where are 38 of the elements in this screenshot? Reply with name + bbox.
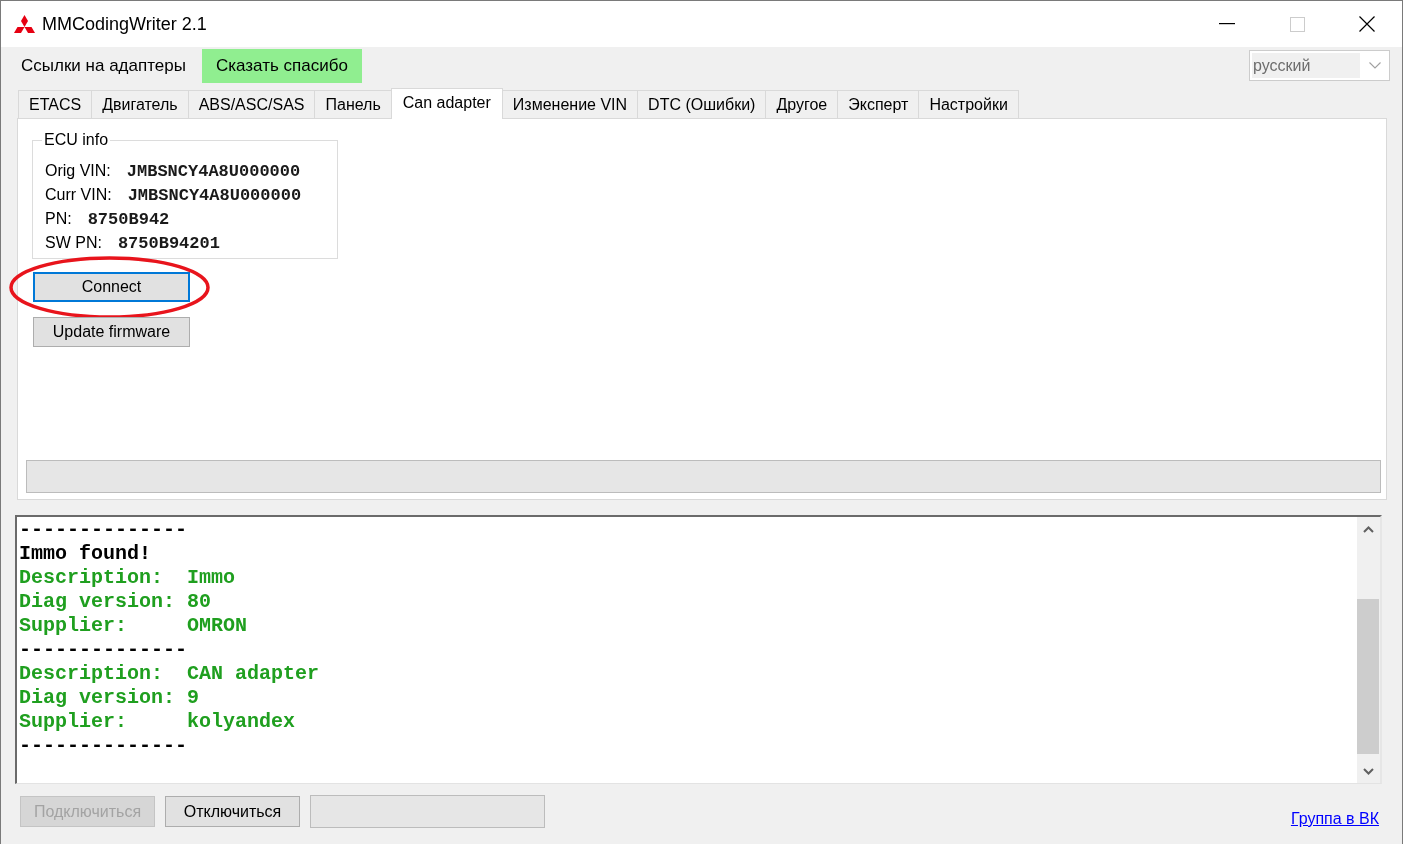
field-value: JMBSNCY4A8U000000	[127, 186, 302, 205]
action-button[interactable]: Update firmware	[33, 317, 190, 347]
log-line: --------------	[19, 638, 189, 662]
menu-item[interactable]: Ссылки на адаптеры	[14, 48, 193, 83]
field-value: 8750B942	[87, 210, 170, 229]
field-label: PN:	[45, 209, 72, 229]
group-link[interactable]: Группа в ВК	[1290, 810, 1379, 828]
diamonds-logo-icon	[13, 15, 36, 33]
log-line: Description: Immo	[19, 566, 237, 590]
scroll-thumb[interactable]	[1357, 599, 1379, 754]
scrollbar[interactable]	[1357, 517, 1380, 783]
field-label: SW PN:	[45, 233, 102, 253]
log-line: Supplier: kolyandex	[19, 710, 297, 734]
chevron-down-icon	[1369, 62, 1381, 69]
tab[interactable]: Настройки	[918, 90, 1019, 118]
window-title: MMCodingWriter 2.1	[42, 13, 207, 35]
group-title: ECU info	[43, 131, 110, 149]
tab[interactable]: ETACS	[18, 90, 93, 118]
field-label: Curr VIN:	[45, 185, 112, 205]
field-label: Orig VIN:	[45, 161, 111, 181]
chevron-up-icon	[1363, 525, 1374, 533]
log-line: --------------	[19, 734, 189, 758]
log-line: Immo found!	[19, 542, 153, 566]
log-line: Supplier: OMRON	[19, 614, 249, 638]
minimize-icon	[1219, 23, 1235, 25]
footer-button[interactable]: Отключиться	[165, 796, 300, 827]
log-line: Description: CAN adapter	[19, 662, 321, 686]
field-value: JMBSNCY4A8U000000	[126, 162, 301, 181]
close-icon	[1359, 16, 1375, 32]
maximize-icon	[1289, 16, 1305, 32]
log-line: --------------	[19, 518, 189, 542]
tab[interactable]: Can adapter	[390, 88, 503, 119]
field-value: 8750B94201	[117, 234, 220, 253]
menu-item[interactable]: Сказать спасибо	[201, 48, 362, 83]
chevron-down-icon	[1363, 767, 1374, 775]
action-button[interactable]: Connect	[33, 272, 190, 302]
log-line: Diag version: 80	[19, 590, 213, 614]
log-line: Diag version: 9	[19, 686, 201, 710]
